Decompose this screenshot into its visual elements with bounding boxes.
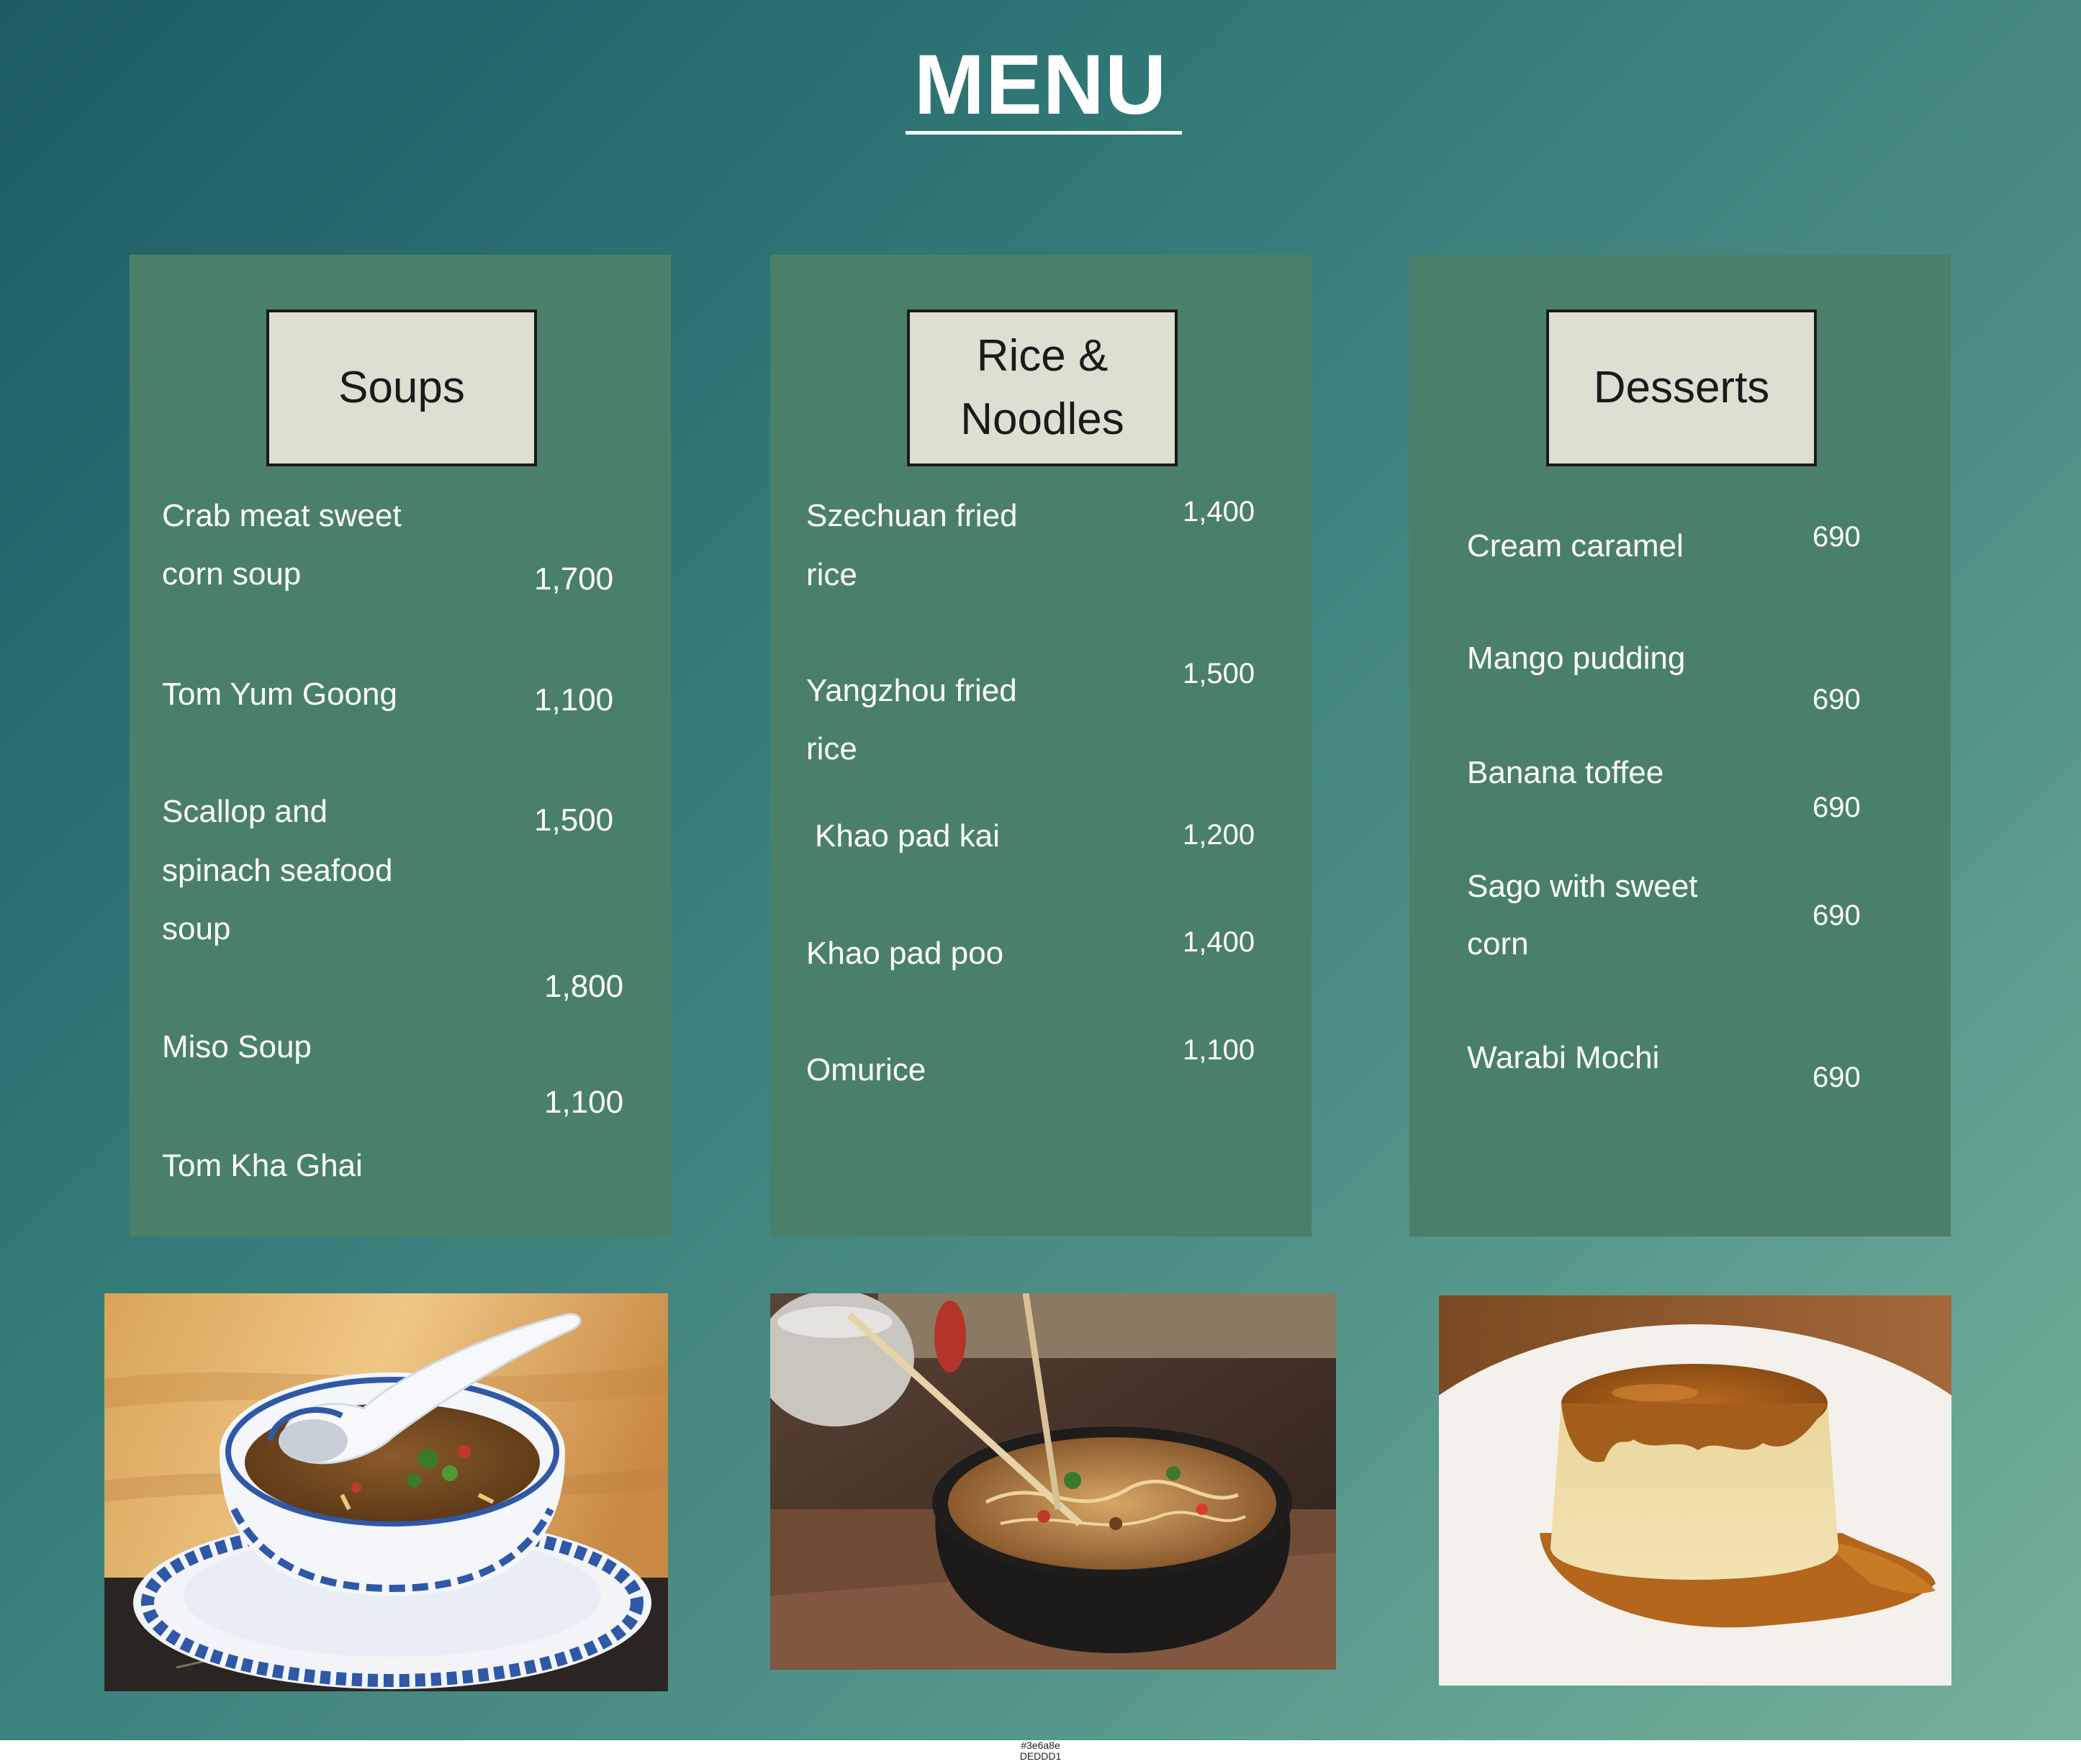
soup-item-price: 1,700: [534, 561, 614, 597]
dessert-item-name: Banana toffee: [1467, 755, 1664, 790]
noodles-photo-icon: [770, 1293, 1336, 1670]
menu-title: MENU: [913, 37, 1168, 132]
rice-noodles-panel: Rice & Noodles Szechuan fried rice 1,400…: [770, 255, 1312, 1236]
flan-photo: [1439, 1295, 1951, 1686]
soup-item-name: soup: [162, 911, 231, 946]
rice-item-price: 1,400: [1183, 496, 1255, 528]
swatch-line: #3e6a8e: [1021, 1740, 1060, 1751]
title-underline: [906, 131, 1182, 135]
rice-item-name: Szechuan fried: [806, 498, 1018, 533]
soup-photo-icon: [104, 1293, 668, 1691]
dessert-item-name: Cream caramel: [1467, 528, 1684, 564]
soups-heading: Soups: [338, 363, 465, 412]
soup-item-name: corn soup: [162, 556, 302, 592]
soups-panel: Soups Crab meat sweet corn soup 1,700 To…: [130, 255, 671, 1236]
rice-item-name: rice: [806, 731, 857, 766]
dessert-item-name: Warabi Mochi: [1467, 1040, 1660, 1075]
soup-item-name: Scallop and: [162, 794, 328, 829]
desserts-heading-box: Desserts: [1546, 309, 1817, 466]
soup-item-price: 1,800: [544, 969, 624, 1004]
rice-item-price: 1,100: [1183, 1034, 1255, 1066]
rice-item-price: 1,500: [1183, 658, 1255, 689]
soup-item-price: 1,100: [534, 682, 614, 718]
soup-item-name: Miso Soup: [162, 1029, 312, 1064]
rice-heading-line: Rice &: [976, 331, 1109, 381]
soups-heading-box: Soups: [266, 309, 537, 466]
desserts-heading: Desserts: [1593, 363, 1770, 412]
flan-photo-icon: [1439, 1295, 1951, 1686]
menu-poster: MENU Soups Crab meat sweet corn soup 1,7…: [0, 0, 2081, 1740]
soup-item-price: 1,500: [534, 802, 614, 838]
rice-item-name: Yangzhou fried: [806, 673, 1017, 708]
dessert-item-price: 690: [1813, 1062, 1861, 1093]
color-swatch-label: #3e6a8e DEDDD1: [0, 1740, 2081, 1762]
rice-item-name: rice: [806, 557, 857, 592]
soup-item-name: Tom Yum Goong: [162, 677, 397, 712]
dessert-item-name: corn: [1467, 926, 1529, 962]
rice-item-price: 1,400: [1183, 926, 1255, 958]
soup-item-name: spinach seafood: [162, 853, 393, 888]
soup-item-price: 1,100: [544, 1085, 624, 1120]
dessert-item-price: 690: [1813, 521, 1861, 553]
soup-photo: [104, 1293, 668, 1691]
soup-item-name: Tom Kha Ghai: [162, 1148, 363, 1183]
rice-item-name: Omurice: [806, 1052, 926, 1087]
noodles-photo: [770, 1293, 1336, 1670]
soup-item-name: Crab meat sweet: [162, 498, 402, 533]
rice-item-name: Khao pad kai: [815, 818, 1000, 854]
dessert-item-name: Sago with sweet: [1467, 869, 1698, 904]
desserts-panel: Desserts Cream caramel 690 Mango pudding…: [1409, 255, 1951, 1236]
rice-heading-line: Noodles: [960, 394, 1124, 444]
dessert-item-price: 690: [1813, 684, 1861, 715]
dessert-item-name: Mango pudding: [1467, 641, 1686, 676]
dessert-item-price: 690: [1813, 900, 1861, 931]
rice-item-name: Khao pad poo: [806, 936, 1004, 971]
rice-item-price: 1,200: [1183, 819, 1255, 851]
rice-heading-box: Rice & Noodles: [907, 309, 1178, 466]
dessert-item-price: 690: [1813, 792, 1861, 823]
swatch-line: DEDDD1: [1019, 1750, 1062, 1762]
